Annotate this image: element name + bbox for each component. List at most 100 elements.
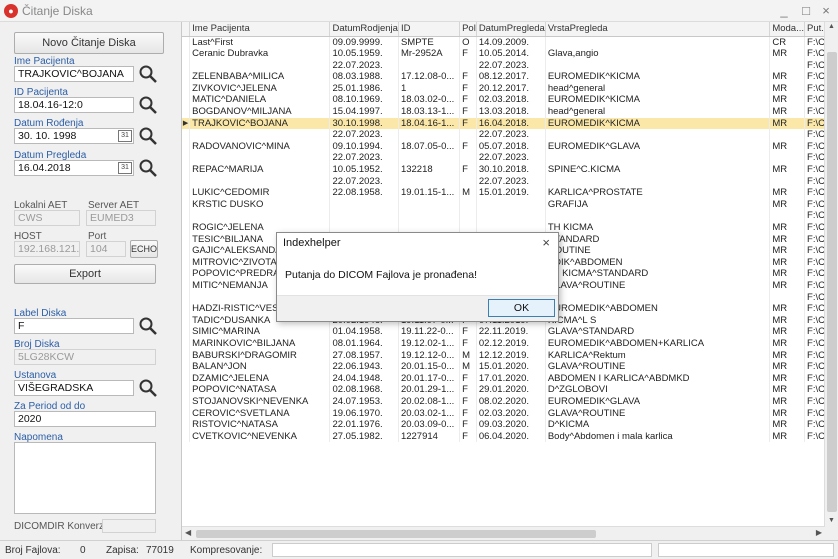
column-header[interactable]: Moda... [769, 22, 806, 37]
maximize-button[interactable]: □ [796, 2, 816, 20]
table-cell: SPINE^C.KICMA [545, 164, 771, 176]
institution-field[interactable]: VIŠEGRADSKA [14, 380, 134, 396]
column-header[interactable]: ID [398, 22, 461, 37]
row-indicator [182, 222, 191, 234]
table-cell: MR [769, 233, 806, 246]
table-row[interactable]: MARINKOVIC^BILJANA 08.01.1964. 19.12.02-1.… [182, 337, 838, 350]
table-cell: 18.04.16-1... [398, 117, 461, 130]
search-institution-icon[interactable] [138, 378, 158, 398]
search-dob-icon[interactable] [138, 126, 158, 146]
table-row[interactable]: BOGDANOV^MILJANA 15.04.1997. 18.03.13-1...… [182, 106, 838, 118]
table-cell: 22.07.2023. [329, 175, 399, 188]
patient-id-field[interactable]: 18.04.16-12:0 [14, 97, 134, 113]
column-header[interactable]: VrstaPregleda [545, 22, 771, 37]
table-cell: STANDARD [545, 233, 771, 246]
table-cell [769, 152, 806, 165]
row-indicator [182, 256, 191, 269]
period-field[interactable]: 2020 [14, 411, 156, 427]
table-cell [769, 59, 806, 72]
scroll-down-icon[interactable]: ▼ [828, 517, 835, 524]
table-cell: 20.02.08-1... [398, 395, 461, 408]
table-cell: F [459, 372, 477, 385]
scroll-right-icon[interactable]: ▶ [816, 528, 822, 537]
table-cell: O [459, 36, 477, 49]
table-row[interactable]: Ceranic Dubravka 10.05.1959. Mr-2952A F 10.0… [182, 48, 838, 60]
table-row[interactable]: SIMIC^MARINA 01.04.1958. 19.11.22-0... F 22.… [182, 326, 838, 338]
table-row[interactable]: MATIC^DANIELA 08.10.1969. 18.03.02-0... F 02… [182, 94, 838, 107]
exam-date-calendar-icon[interactable]: 31 [118, 162, 132, 174]
table-cell: ABDOMEN I KARLICA^ABDMKD [545, 372, 771, 385]
table-cell: 01.04.1958. [329, 326, 399, 338]
scroll-left-icon[interactable]: ◀ [185, 528, 191, 537]
minimize-button[interactable]: _ [774, 2, 794, 20]
table-cell [545, 59, 771, 72]
compress-label: Kompresovanje: [190, 545, 263, 556]
table-cell [398, 152, 461, 165]
patient-name-field[interactable]: TRAJKOVIC^BOJANA [14, 66, 134, 82]
search-patient-id-icon[interactable] [138, 95, 158, 115]
vertical-scrollbar[interactable]: ▲ ▼ [824, 22, 838, 540]
table-cell: SIMIC^MARINA [189, 326, 331, 338]
dob-calendar-icon[interactable]: 31 [118, 130, 132, 142]
table-cell: MR [769, 71, 806, 83]
scroll-up-icon[interactable]: ▲ [828, 23, 835, 30]
column-header[interactable]: DatumPregleda [476, 22, 546, 37]
note-textarea[interactable] [14, 442, 156, 514]
table-cell: F [459, 117, 477, 130]
table-row[interactable]: DZAMIC^JELENA 24.04.1948. 20.01.17-0... F 17… [182, 372, 838, 385]
table-row[interactable]: 22.07.2023.22.07.2023.F:\CP_ [182, 175, 838, 188]
row-indicator [182, 140, 191, 153]
table-row[interactable]: Last^First 09.09.9999. SMPTE O 14.09.2009. CR… [182, 36, 838, 49]
echo-button[interactable]: ECHO [130, 240, 158, 258]
search-disk-label-icon[interactable] [138, 316, 158, 336]
table-row[interactable]: ▶ TRAJKOVIC^BOJANA 30.10.1998. 18.04.16-1..… [182, 117, 838, 130]
search-exam-date-icon[interactable] [138, 158, 158, 178]
exam-date-field[interactable]: 16.04.2018 [14, 160, 134, 176]
close-button[interactable]: × [816, 2, 836, 20]
table-row[interactable]: STOJANOVSKI^NEVENKA 24.07.1953. 20.02.08-1… [182, 395, 838, 408]
table-cell: Glava,angio [545, 48, 771, 60]
row-indicator [182, 152, 191, 165]
dialog-ok-button[interactable]: OK [488, 299, 555, 317]
table-row[interactable]: 22.07.2023.22.07.2023.F:\CP_ [182, 129, 838, 141]
row-indicator [182, 106, 191, 118]
table-cell: 132218 [398, 164, 461, 176]
table-cell: 22.07.2023. [329, 129, 399, 141]
disk-label-field[interactable]: F [14, 318, 134, 334]
table-cell: MR [769, 82, 806, 95]
dialog-close-icon[interactable]: × [542, 235, 550, 250]
table-row[interactable]: CVETKOVIC^NEVENKA 27.05.1982. 1227914 F 06.0… [182, 430, 838, 443]
table-row[interactable]: RISTOVIC^NATASA 22.01.1976. 20.03.09-0... F… [182, 419, 838, 431]
table-row[interactable]: LUKIC^CEDOMIR 22.08.1958. 19.01.15-1... M 15… [182, 187, 838, 199]
table-row[interactable]: BALAN^JON 22.06.1943. 20.01.15-0... M 15.01.… [182, 361, 838, 373]
dob-field[interactable]: 30. 10. 1998 [14, 128, 134, 144]
column-header[interactable]: Pol [459, 22, 477, 37]
table-row[interactable]: F:\CP_ [182, 210, 838, 222]
table-row[interactable]: 22.07.2023.22.07.2023.F:\CP_ [182, 59, 838, 72]
table-cell: EUROMEDIK^GLAVA [545, 395, 771, 408]
table-row[interactable]: BABURSKI^DRAGOMIR 27.08.1957. 19.12.12-0..… [182, 349, 838, 362]
vertical-scroll-thumb[interactable] [827, 52, 837, 512]
table-cell: GLAVA^STANDARD [545, 326, 771, 338]
row-indicator [182, 198, 191, 211]
table-cell: 22.07.2023. [476, 152, 546, 165]
table-row[interactable]: REPAC^MARIJA 10.05.1952. 132218 F 30.10.2018… [182, 164, 838, 176]
horizontal-scroll-thumb[interactable] [196, 530, 596, 538]
table-cell: MR [769, 303, 806, 315]
table-header: Ime Pacijenta DatumRodjenja ID Pol DatumPreg… [182, 22, 838, 37]
column-header[interactable]: Ime Pacijenta [189, 22, 331, 37]
column-header[interactable]: DatumRodjenja [329, 22, 399, 37]
table-cell: MR [769, 164, 806, 176]
horizontal-scrollbar[interactable]: ◀ ▶ [182, 526, 825, 540]
new-disk-read-button[interactable]: Novo Čitanje Diska [14, 32, 164, 54]
export-button[interactable]: Export [14, 264, 156, 284]
table-row[interactable]: RADOVANOVIC^MINA 09.10.1994. 18.07.05-0...… [182, 140, 838, 153]
table-row[interactable]: ZIVKOVIC^JELENA 25.01.1986. 1 F 20.12.2017. h… [182, 82, 838, 95]
search-patient-name-icon[interactable] [138, 64, 158, 84]
table-row[interactable]: KRSTIC DUSKO GRAFIJA MR F:\CP_ [182, 198, 838, 211]
table-row[interactable]: ZELENBABA^MILICA 08.03.1988. 17.12.08-0...… [182, 71, 838, 83]
table-row[interactable]: CEROVIC^SVETLANA 19.06.1970. 20.03.02-1...… [182, 407, 838, 420]
table-row[interactable]: 22.07.2023.22.07.2023.F:\CP_ [182, 152, 838, 165]
table-cell: 15.01.2019. [476, 187, 546, 199]
table-row[interactable]: POPOVIC^NATASA 02.08.1968. 20.01.29-1... F 2… [182, 384, 838, 396]
